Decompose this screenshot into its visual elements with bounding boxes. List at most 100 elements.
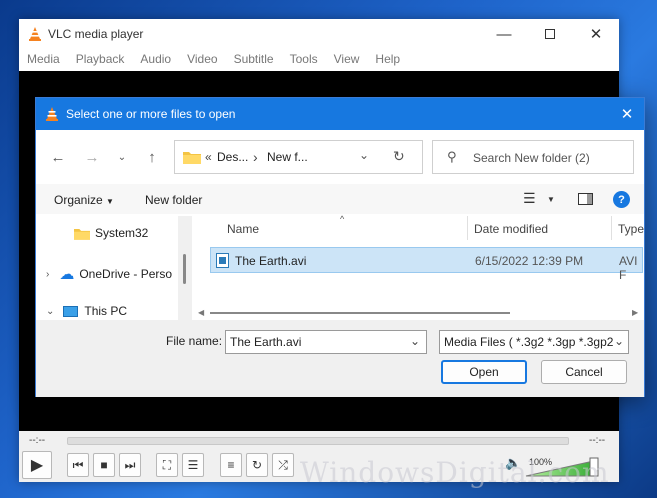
view-options-icon[interactable]: ☰: [523, 190, 536, 207]
column-divider[interactable]: [467, 216, 468, 240]
cloud-icon: ☁: [59, 266, 75, 283]
organize-button[interactable]: Organize ▼: [54, 193, 114, 207]
refresh-icon[interactable]: ↻: [393, 148, 405, 165]
scroll-right-icon[interactable]: ▶: [632, 308, 638, 317]
fullscreen-icon: ⛶: [162, 457, 172, 472]
chevron-down-icon[interactable]: ⌄: [410, 334, 420, 348]
maximize-icon: [545, 29, 555, 39]
forward-button[interactable]: →: [80, 146, 104, 168]
navigation-pane: System32 › ☁ OneDrive - Perso ⌄ This PC: [36, 216, 178, 320]
address-dropdown-icon[interactable]: ⌄: [359, 148, 369, 162]
scroll-left-icon[interactable]: ◀: [198, 308, 204, 317]
file-name-label: File name:: [166, 334, 223, 348]
previous-button[interactable]: ⏮: [67, 453, 89, 477]
nav-item-onedrive[interactable]: › ☁ OneDrive - Perso: [46, 265, 172, 283]
chevron-down-icon[interactable]: ⌄: [613, 334, 624, 348]
column-header-date[interactable]: Date modified: [474, 222, 548, 236]
minimize-button[interactable]: —: [481, 19, 527, 49]
minimize-icon: —: [496, 25, 512, 43]
file-row[interactable]: The Earth.avi 6/15/2022 12:39 PM AVI F: [210, 247, 643, 282]
new-folder-button[interactable]: New folder: [145, 193, 202, 207]
shuffle-icon: ⤮: [278, 457, 288, 472]
back-button[interactable]: ←: [46, 146, 70, 168]
organize-label: Organize: [54, 193, 103, 207]
computer-icon: [63, 305, 79, 317]
watermark: WindowsDigital.com: [300, 456, 610, 489]
open-button[interactable]: Open: [441, 360, 527, 384]
breadcrumb-new-folder[interactable]: New f...: [267, 150, 308, 164]
close-icon: ✕: [620, 106, 634, 123]
menu-video[interactable]: Video: [179, 49, 225, 71]
file-name: The Earth.avi: [235, 254, 307, 268]
dialog-close-button[interactable]: ✕: [616, 103, 638, 125]
column-divider[interactable]: [611, 216, 612, 240]
preview-pane-icon[interactable]: [578, 193, 593, 205]
caret-down-icon: ▼: [106, 197, 114, 206]
menu-tools[interactable]: Tools: [282, 49, 326, 71]
horizontal-scrollbar[interactable]: ◀ ▶: [198, 307, 643, 319]
up-button[interactable]: ↑: [140, 146, 164, 168]
close-button[interactable]: ✕: [573, 19, 619, 49]
play-icon: ▶: [30, 457, 44, 474]
folder-icon: [74, 228, 90, 240]
breadcrumb-overflow[interactable]: «: [205, 150, 212, 164]
address-bar[interactable]: « Des... › New f... ⌄ ↻: [174, 140, 423, 174]
search-icon: ⚲: [447, 149, 457, 164]
file-name-field[interactable]: The Earth.avi ⌄: [225, 330, 427, 354]
help-icon[interactable]: ?: [613, 191, 630, 208]
search-box[interactable]: ⚲ Search New folder (2): [432, 140, 634, 174]
file-type-filter[interactable]: Media Files ( *.3g2 *.3gp *.3gp2 ⌄: [439, 330, 629, 354]
playlist-button[interactable]: ≡: [220, 453, 242, 477]
recent-locations-button[interactable]: ⌄: [110, 146, 134, 168]
stop-icon: ■: [100, 458, 108, 472]
close-icon: ✕: [589, 26, 603, 43]
maximize-button[interactable]: [527, 19, 573, 49]
chevron-right-icon[interactable]: ›: [46, 269, 49, 280]
seek-bar[interactable]: [67, 437, 569, 445]
menu-help[interactable]: Help: [367, 49, 408, 71]
next-icon: ⏭: [124, 457, 136, 472]
dialog-titlebar[interactable]: Select one or more files to open ✕: [36, 98, 644, 130]
previous-icon: ⏮: [72, 457, 84, 472]
equalizer-icon: ☰: [187, 458, 199, 472]
column-header-name[interactable]: Name: [227, 222, 259, 236]
arrow-left-icon: ←: [50, 148, 66, 166]
loop-icon: ↻: [251, 458, 263, 472]
play-button[interactable]: ▶: [22, 451, 52, 479]
menu-playback[interactable]: Playback: [68, 49, 133, 71]
scrollbar-thumb[interactable]: [183, 254, 186, 284]
open-file-dialog: Select one or more files to open ✕ ← → ⌄…: [35, 97, 645, 397]
vlc-menubar: Media Playback Audio Video Subtitle Tool…: [19, 49, 619, 71]
caret-down-icon[interactable]: ▼: [547, 195, 555, 204]
playlist-icon: ≡: [227, 458, 235, 472]
file-type-filter-value: Media Files ( *.3g2 *.3gp *.3gp2: [444, 335, 614, 349]
stop-button[interactable]: ■: [93, 453, 115, 477]
time-elapsed: --:--: [29, 435, 46, 446]
extended-settings-button[interactable]: ☰: [182, 453, 204, 477]
breadcrumb-desktop[interactable]: Des...: [217, 150, 248, 164]
nav-item-label: OneDrive - Perso: [79, 267, 173, 281]
shuffle-button[interactable]: ⤮: [272, 453, 294, 477]
column-header-type[interactable]: Type: [618, 222, 644, 236]
next-button[interactable]: ⏭: [119, 453, 141, 477]
arrow-up-icon: ↑: [148, 148, 156, 166]
nav-item-system32[interactable]: System32: [74, 226, 148, 240]
scrollbar-thumb[interactable]: [210, 312, 510, 314]
file-type: AVI F: [619, 254, 638, 282]
menu-subtitle[interactable]: Subtitle: [226, 49, 282, 71]
menu-view[interactable]: View: [326, 49, 368, 71]
menu-audio[interactable]: Audio: [132, 49, 179, 71]
time-total: --:--: [589, 435, 606, 446]
vlc-titlebar[interactable]: VLC media player — ✕: [19, 19, 619, 49]
nav-item-label: System32: [95, 226, 149, 240]
nav-item-this-pc[interactable]: ⌄ This PC: [46, 304, 127, 318]
loop-button[interactable]: ↻: [246, 453, 268, 477]
navigation-scrollbar[interactable]: [178, 216, 192, 320]
file-date: 6/15/2022 12:39 PM: [475, 254, 584, 268]
cancel-button[interactable]: Cancel: [541, 360, 627, 384]
menu-media[interactable]: Media: [19, 49, 68, 71]
chevron-down-icon[interactable]: ⌄: [46, 306, 54, 317]
vlc-window-title: VLC media player: [48, 27, 144, 41]
chevron-down-icon: ⌄: [117, 151, 127, 163]
fullscreen-button[interactable]: ⛶: [156, 453, 178, 477]
